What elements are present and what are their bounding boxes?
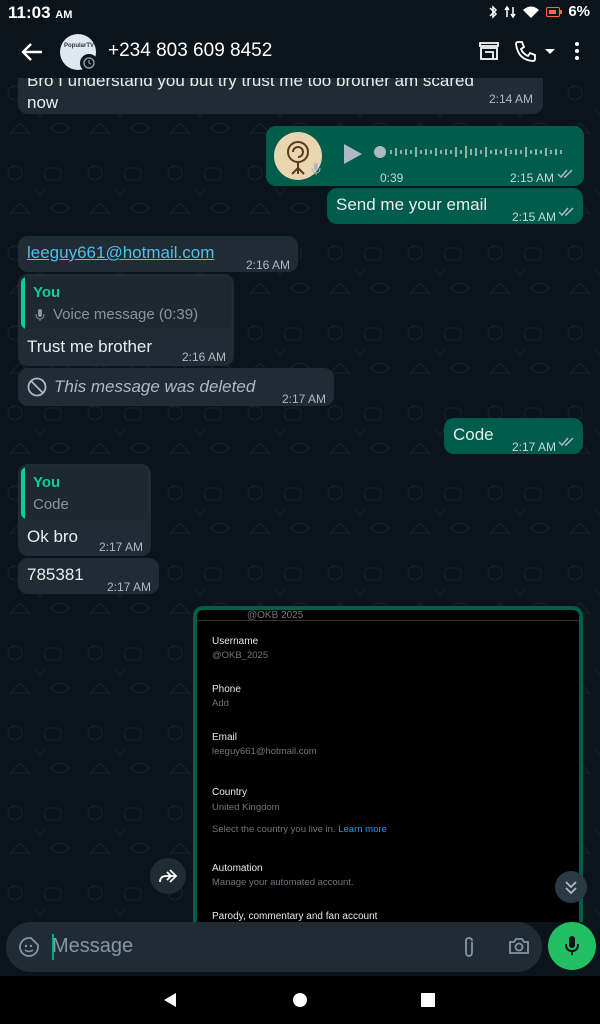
image-message[interactable]: @OKB 2025 Username @OKB_2025 Phone Add E… bbox=[193, 606, 583, 922]
more-options-icon[interactable] bbox=[574, 40, 580, 62]
voice-record-button[interactable] bbox=[548, 922, 596, 970]
avatar-status-badge bbox=[80, 54, 98, 72]
message-time: 2:15 AM bbox=[511, 210, 556, 224]
quote-author: You bbox=[33, 284, 61, 301]
divider bbox=[197, 620, 579, 621]
message-text: This message was deleted bbox=[54, 377, 256, 396]
contact-name[interactable]: +234 803 609 8452 bbox=[108, 40, 272, 62]
shop-icon[interactable] bbox=[478, 40, 500, 62]
message-time: 2:16 AM bbox=[245, 258, 290, 272]
screenshot-label: Country bbox=[212, 787, 248, 798]
screenshot-value: leeguy661@hotmail.com bbox=[212, 746, 317, 757]
status-clock: 11:03 bbox=[8, 3, 51, 22]
message-input[interactable]: Message bbox=[52, 935, 133, 958]
attach-icon[interactable] bbox=[462, 936, 476, 958]
message-text: Bro I understand you but try trust me to… bbox=[27, 78, 474, 112]
message-incoming-reply[interactable]: You Code Ok bro 2:17 AM bbox=[18, 464, 151, 556]
chat-header: PopularTV +234 803 609 8452 bbox=[0, 26, 600, 78]
screenshot-hint-text: Select the country you live in. bbox=[212, 824, 336, 835]
status-ampm: AM bbox=[55, 9, 73, 21]
message-time: 2:16 AM bbox=[181, 350, 226, 364]
double-check-icon bbox=[558, 437, 574, 447]
message-text: 785381 bbox=[27, 565, 84, 584]
chevron-down-icon[interactable] bbox=[544, 48, 556, 56]
sticker-icon[interactable] bbox=[18, 936, 40, 958]
message-incoming[interactable]: Bro I understand you but try trust me to… bbox=[18, 78, 543, 114]
double-check-icon bbox=[557, 169, 573, 179]
quote-text: Code bbox=[33, 496, 69, 513]
bluetooth-icon bbox=[489, 4, 498, 19]
quote-accent-bar bbox=[21, 467, 25, 519]
screenshot-label: Phone bbox=[212, 684, 241, 695]
mic-small-icon bbox=[311, 163, 321, 175]
message-incoming[interactable]: 785381 2:17 AM bbox=[18, 558, 159, 594]
scroll-to-bottom-button[interactable] bbox=[555, 871, 587, 903]
message-text: Trust me brother bbox=[27, 337, 153, 356]
status-bar: 11:03 AM 6% bbox=[0, 0, 600, 26]
message-time: 2:17 AM bbox=[511, 440, 556, 454]
message-text: Code bbox=[453, 425, 494, 444]
mic-icon bbox=[565, 936, 579, 955]
double-check-icon bbox=[558, 207, 574, 217]
back-arrow-icon[interactable] bbox=[18, 40, 46, 64]
message-time: 2:17 AM bbox=[106, 580, 151, 594]
learn-more-link: Learn more bbox=[338, 824, 387, 835]
screenshot-label: Email bbox=[212, 732, 238, 743]
avatar-logo-text: PopularTV bbox=[64, 43, 95, 49]
audio-waveform[interactable] bbox=[374, 144, 574, 160]
screenshot-value: Manage your automated account. bbox=[212, 877, 354, 888]
screenshot-hint: Select the country you live in. Learn mo… bbox=[212, 824, 387, 835]
screenshot-label: Username bbox=[212, 636, 259, 647]
quoted-message[interactable]: You Code bbox=[21, 467, 148, 519]
quote-accent-bar bbox=[21, 277, 25, 329]
message-text: Ok bro bbox=[27, 527, 79, 546]
message-outgoing[interactable]: Code 2:17 AM bbox=[444, 418, 583, 454]
battery-low-icon bbox=[546, 6, 563, 17]
system-navigation-bar bbox=[0, 976, 600, 1024]
nav-back-icon[interactable] bbox=[162, 992, 178, 1008]
message-time: 2:14 AM bbox=[488, 92, 533, 106]
quoted-message[interactable]: You Voice message (0:39) bbox=[21, 277, 231, 329]
message-text: Send me your email bbox=[336, 195, 488, 214]
blocked-icon bbox=[27, 377, 47, 397]
message-incoming-reply[interactable]: You Voice message (0:39) Trust me brothe… bbox=[18, 274, 234, 366]
message-outgoing[interactable]: Send me your email 2:15 AM bbox=[327, 188, 583, 224]
image-content[interactable]: @OKB 2025 Username @OKB_2025 Phone Add E… bbox=[197, 610, 579, 922]
nav-home-icon[interactable] bbox=[292, 992, 308, 1008]
chat-area: Bro I understand you but try trust me to… bbox=[0, 78, 600, 922]
screenshot-value: @OKB_2025 bbox=[212, 650, 269, 661]
status-time: 11:03 AM bbox=[8, 3, 72, 23]
voice-message[interactable]: 0:39 2:15 AM bbox=[266, 126, 584, 186]
message-time: 2:17 AM bbox=[98, 540, 143, 554]
camera-icon[interactable] bbox=[508, 937, 530, 955]
message-time: 2:15 AM bbox=[509, 171, 554, 185]
nav-recents-icon[interactable] bbox=[420, 992, 436, 1008]
email-link[interactable]: leeguy661@hotmail.com bbox=[27, 243, 214, 262]
screenshot-label: Parody, commentary and fan account bbox=[212, 911, 378, 922]
forward-icon bbox=[159, 869, 178, 883]
message-composer: Message bbox=[6, 922, 542, 972]
battery-percent: 6% bbox=[568, 3, 590, 20]
quote-author: You bbox=[33, 474, 61, 491]
message-time: 2:17 AM bbox=[281, 392, 326, 406]
double-chevron-down-icon bbox=[565, 881, 577, 895]
wifi-icon bbox=[523, 6, 540, 18]
voice-duration: 0:39 bbox=[380, 171, 404, 185]
message-incoming[interactable]: leeguy661@hotmail.com 2:16 AM bbox=[18, 236, 298, 272]
deleted-message[interactable]: This message was deleted 2:17 AM bbox=[18, 368, 334, 406]
mic-small-icon bbox=[35, 309, 45, 321]
status-icons: 6% bbox=[488, 3, 590, 20]
phone-icon[interactable] bbox=[514, 40, 538, 62]
forward-button[interactable] bbox=[150, 858, 186, 894]
play-icon[interactable] bbox=[342, 142, 364, 166]
screenshot-label: Automation bbox=[212, 863, 263, 874]
screenshot-value: United Kingdom bbox=[212, 802, 280, 813]
quote-text: Voice message (0:39) bbox=[53, 306, 199, 323]
screenshot-value: Add bbox=[212, 698, 229, 709]
data-arrows-icon bbox=[504, 5, 516, 18]
